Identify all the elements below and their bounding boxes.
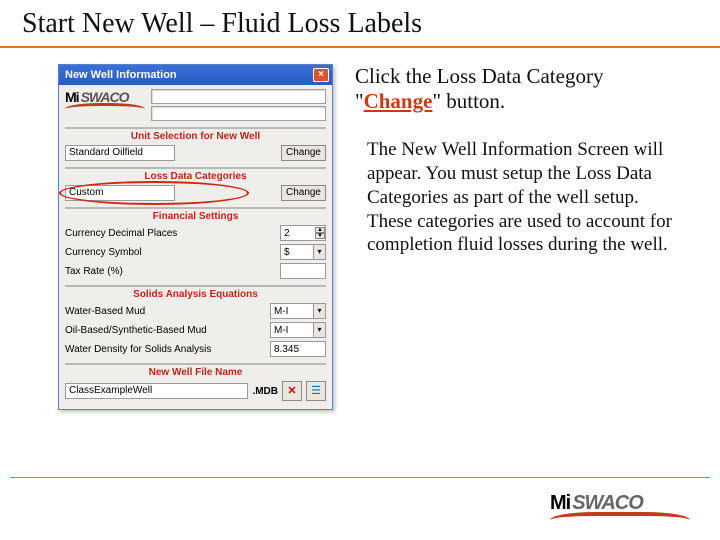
lossdata-value: Custom bbox=[65, 185, 175, 201]
delete-icon[interactable]: ✕ bbox=[282, 381, 302, 401]
instruction-line: Click the Loss Data Category "Change" bu… bbox=[355, 64, 690, 114]
instruction-highlight: Change bbox=[364, 89, 433, 113]
dialog-titlebar: New Well Information × bbox=[59, 65, 332, 85]
well-desc-input[interactable] bbox=[151, 106, 326, 121]
logo-mi: Mi bbox=[65, 89, 79, 105]
instruction-post: " button. bbox=[432, 89, 505, 113]
decimal-places-label: Currency Decimal Places bbox=[65, 228, 276, 239]
lossdata-change-button[interactable]: Change bbox=[281, 185, 326, 201]
new-well-dialog: New Well Information × Mi SWACO Unit Sel… bbox=[58, 64, 333, 410]
tax-rate-label: Tax Rate (%) bbox=[65, 266, 276, 277]
chevron-down-icon: ▾ bbox=[313, 245, 325, 259]
miswaco-logo: Mi SWACO bbox=[65, 89, 145, 109]
wbm-select[interactable]: M-I ▾ bbox=[270, 303, 326, 319]
instruction-paragraph: The New Well Information Screen will app… bbox=[355, 138, 690, 257]
footer-logo-swaco: SWACO bbox=[572, 492, 643, 515]
slide-title: Start New Well – Fluid Loss Labels bbox=[0, 0, 720, 48]
dialog-title: New Well Information bbox=[65, 69, 177, 81]
filename-section-heading: New Well File Name bbox=[65, 363, 326, 378]
solids-section-heading: Solids Analysis Equations bbox=[65, 285, 326, 300]
logo-swaco: SWACO bbox=[81, 89, 129, 105]
unit-section-heading: Unit Selection for New Well bbox=[65, 127, 326, 142]
close-icon[interactable]: × bbox=[313, 68, 329, 82]
well-name-input[interactable] bbox=[151, 89, 326, 104]
chevron-down-icon: ▾ bbox=[313, 304, 325, 318]
filename-input[interactable]: ClassExampleWell bbox=[65, 383, 248, 399]
water-density-input[interactable]: 8.345 bbox=[270, 341, 326, 357]
decimal-places-value: 2 bbox=[284, 227, 290, 240]
chevron-down-icon: ▾ bbox=[313, 323, 325, 337]
decimal-places-input[interactable]: 2 ▲▼ bbox=[280, 225, 326, 241]
currency-symbol-select[interactable]: $ ▾ bbox=[280, 244, 326, 260]
instruction-panel: Click the Loss Data Category "Change" bu… bbox=[355, 64, 690, 410]
spinner-icon[interactable]: ▲▼ bbox=[315, 227, 325, 239]
water-density-value: 8.345 bbox=[274, 343, 299, 356]
content-area: New Well Information × Mi SWACO Unit Sel… bbox=[0, 48, 720, 410]
currency-symbol-value: $ bbox=[284, 246, 290, 259]
obm-label: Oil-Based/Synthetic-Based Mud bbox=[65, 325, 266, 336]
tax-rate-input[interactable] bbox=[280, 263, 326, 279]
filename-ext: .MDB bbox=[252, 386, 278, 397]
obm-value: M-I bbox=[274, 324, 288, 337]
water-density-label: Water Density for Solids Analysis bbox=[65, 344, 266, 355]
financial-section-heading: Financial Settings bbox=[65, 207, 326, 222]
currency-symbol-label: Currency Symbol bbox=[65, 247, 276, 258]
obm-select[interactable]: M-I ▾ bbox=[270, 322, 326, 338]
wbm-label: Water-Based Mud bbox=[65, 306, 266, 317]
preview-icon[interactable]: ☰ bbox=[306, 381, 326, 401]
footer-logo-mi: Mi bbox=[550, 492, 570, 515]
lossdata-section-heading: Loss Data Categories bbox=[65, 167, 326, 182]
wbm-value: M-I bbox=[274, 305, 288, 318]
footer-logo: Mi SWACO bbox=[550, 492, 690, 520]
unit-value: Standard Oilfield bbox=[65, 145, 175, 161]
unit-change-button[interactable]: Change bbox=[281, 145, 326, 161]
footer-rule bbox=[10, 477, 710, 478]
